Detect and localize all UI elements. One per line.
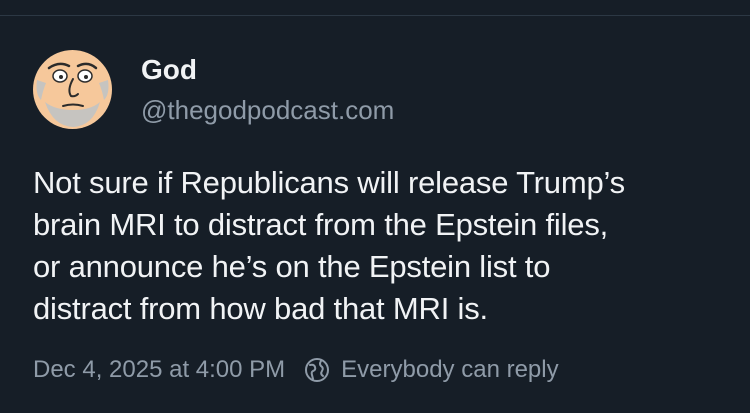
post-meta: Dec 4, 2025 at 4:00 PM Everybody can rep… xyxy=(33,356,559,384)
author-block: God @thegodpodcast.com xyxy=(141,52,394,127)
display-name[interactable]: God xyxy=(141,52,394,88)
post-text: Not sure if Republicans will release Tru… xyxy=(33,162,733,330)
post-text-line: Not sure if Republicans will release Tru… xyxy=(33,165,625,200)
avatar[interactable] xyxy=(33,50,112,129)
reply-setting-label: Everybody can reply xyxy=(341,356,559,383)
post-text-line: brain MRI to distract from the Epstein f… xyxy=(33,207,609,242)
reply-setting[interactable]: Everybody can reply xyxy=(303,356,559,384)
post-card: God @thegodpodcast.com Not sure if Repub… xyxy=(0,0,750,413)
author-handle[interactable]: @thegodpodcast.com xyxy=(141,93,394,127)
bald-bearded-man-avatar-icon xyxy=(33,50,112,129)
globe-icon xyxy=(303,356,331,384)
post-text-line: or announce he’s on the Epstein list to xyxy=(33,249,551,284)
post-timestamp[interactable]: Dec 4, 2025 at 4:00 PM xyxy=(33,356,285,384)
post-text-line: distract from how bad that MRI is. xyxy=(33,291,488,326)
top-divider xyxy=(0,15,750,16)
